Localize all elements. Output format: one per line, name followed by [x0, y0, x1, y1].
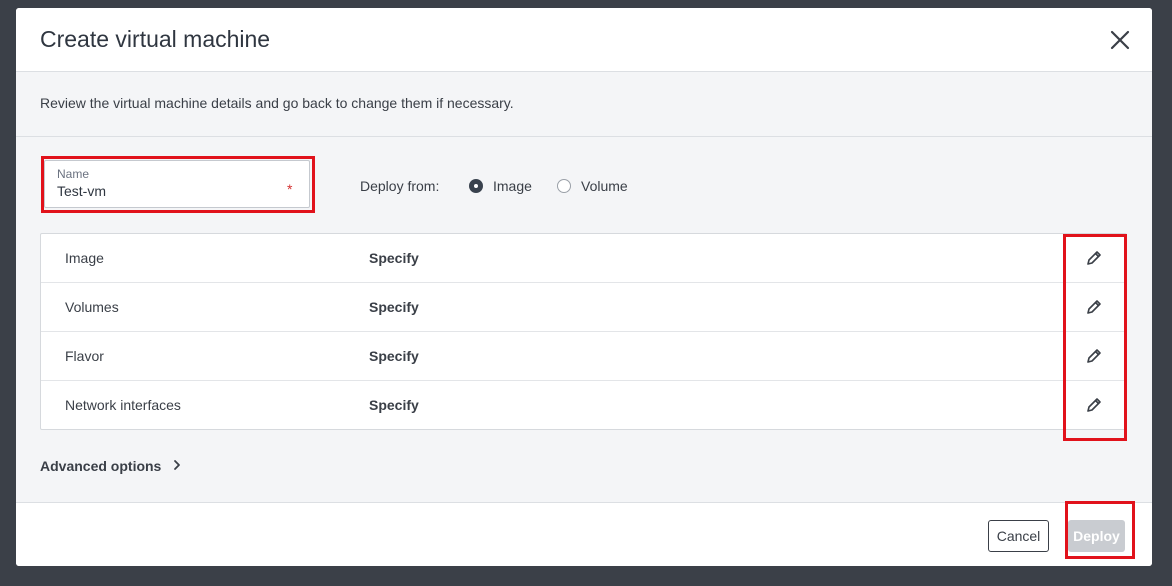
required-marker: *	[287, 181, 293, 197]
details-row-image: Image Specify	[41, 234, 1126, 283]
pencil-icon	[1087, 300, 1101, 314]
radio-label-image: Image	[493, 178, 532, 194]
radio-label-volume: Volume	[581, 178, 628, 194]
row-value: Specify	[369, 397, 419, 413]
vm-details-table: Image Specify Volumes Specify Flavor Spe…	[40, 233, 1127, 430]
name-input[interactable]	[57, 183, 257, 199]
row-label: Image	[65, 250, 104, 266]
row-value: Specify	[369, 348, 419, 364]
dialog-header: Create virtual machine	[16, 8, 1152, 72]
close-icon	[1110, 30, 1130, 50]
cancel-button[interactable]: Cancel	[988, 520, 1049, 552]
intro-text: Review the virtual machine details and g…	[40, 95, 514, 111]
edit-network-interfaces-button[interactable]	[1085, 396, 1103, 414]
edit-volumes-button[interactable]	[1085, 298, 1103, 316]
deploy-from-label: Deploy from:	[360, 178, 440, 194]
row-value: Specify	[369, 250, 419, 266]
pencil-icon	[1087, 398, 1101, 412]
deploy-from-volume-radio[interactable]: Volume	[557, 178, 628, 194]
pencil-icon	[1087, 251, 1101, 265]
details-row-network-interfaces: Network interfaces Specify	[41, 381, 1126, 430]
dialog-title: Create virtual machine	[40, 26, 271, 52]
intro-section: Review the virtual machine details and g…	[16, 72, 1152, 137]
radio-unselected-icon	[557, 179, 571, 193]
advanced-options-toggle[interactable]: Advanced options	[40, 458, 181, 474]
name-field[interactable]: Name *	[44, 160, 310, 208]
dialog-footer: Cancel Deploy	[16, 502, 1152, 566]
row-value: Specify	[369, 299, 419, 315]
deploy-button[interactable]: Deploy	[1068, 520, 1125, 552]
deploy-from-image-radio[interactable]: Image	[469, 178, 532, 194]
name-label: Name	[57, 167, 90, 181]
row-label: Network interfaces	[65, 397, 181, 413]
details-row-flavor: Flavor Specify	[41, 332, 1126, 381]
advanced-options-label: Advanced options	[40, 458, 162, 474]
edit-image-button[interactable]	[1085, 249, 1103, 267]
pencil-icon	[1087, 349, 1101, 363]
create-vm-dialog: Create virtual machine Review the virtua…	[16, 8, 1152, 566]
details-row-volumes: Volumes Specify	[41, 283, 1126, 332]
row-label: Volumes	[65, 299, 119, 315]
chevron-right-icon	[173, 458, 181, 474]
edit-flavor-button[interactable]	[1085, 347, 1103, 365]
close-button[interactable]	[1106, 26, 1134, 54]
row-label: Flavor	[65, 348, 104, 364]
radio-selected-icon	[469, 179, 483, 193]
